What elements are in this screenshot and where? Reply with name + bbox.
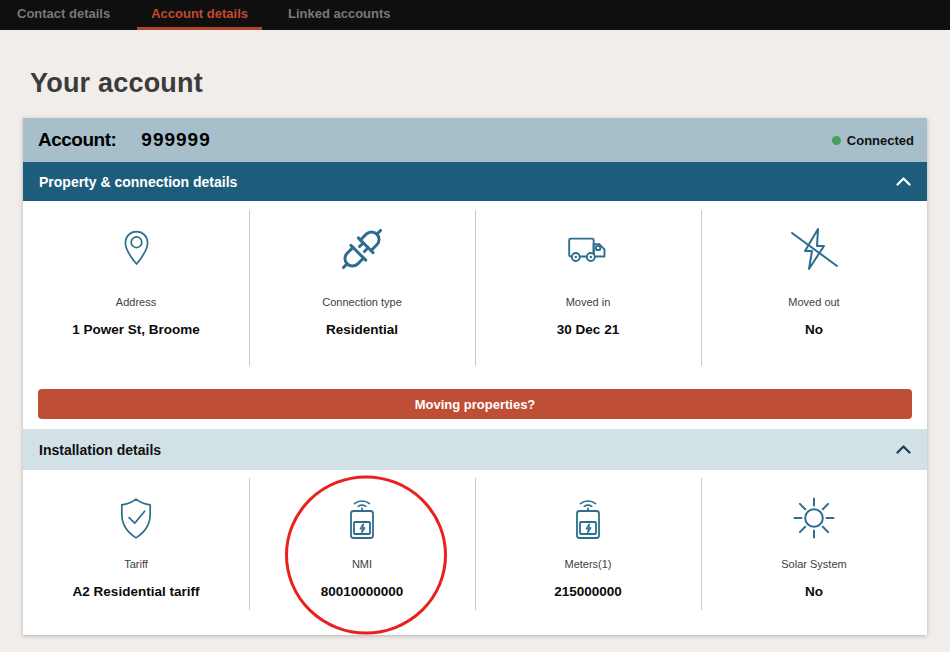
detail-value: No — [805, 584, 823, 599]
detail-value: 30 Dec 21 — [557, 322, 619, 337]
detail-label: Solar System — [781, 558, 846, 570]
detail-value: No — [805, 322, 823, 337]
plug-connection-icon — [335, 224, 389, 274]
detail-value: Residential — [326, 322, 398, 337]
property-details-row: Address 1 Power St, Broome — [23, 201, 927, 385]
truck-icon — [566, 224, 610, 274]
account-label: Account: — [38, 129, 116, 151]
connection-status: Connected — [832, 133, 914, 148]
detail-label: Address — [116, 296, 156, 308]
detail-connection-type: Connection type Residential — [249, 201, 475, 385]
top-tab-bar: Contact details Account details Linked a… — [0, 0, 950, 30]
detail-value: 80010000000 — [321, 584, 404, 599]
detail-label: Moved out — [788, 296, 839, 308]
installation-details-row: Tariff A2 Residential tariff NMI 8001000… — [23, 470, 927, 635]
property-section-title: Property & connection details — [39, 174, 237, 190]
detail-label: Moved in — [566, 296, 611, 308]
detail-address: Address 1 Power St, Broome — [23, 201, 249, 385]
chevron-up-icon[interactable] — [896, 177, 911, 186]
installation-section-title: Installation details — [39, 442, 161, 458]
page-title: Your account — [30, 68, 950, 99]
detail-nmi: NMI 80010000000 — [249, 470, 475, 635]
account-header-bar: Account: 999999 Connected — [23, 118, 927, 162]
detail-label: NMI — [352, 558, 372, 570]
chevron-up-icon[interactable] — [896, 445, 911, 454]
sun-icon — [791, 491, 837, 545]
detail-moved-in: Moved in 30 Dec 21 — [475, 201, 701, 385]
tab-account-details[interactable]: Account details — [137, 0, 262, 30]
tab-contact-details[interactable]: Contact details — [3, 0, 124, 30]
moving-properties-button[interactable]: Moving properties? — [38, 389, 912, 419]
account-card: Account: 999999 Connected Property & con… — [23, 118, 927, 635]
detail-meters: Meters(1) 215000000 — [475, 470, 701, 635]
no-power-icon — [791, 224, 838, 274]
detail-label: Tariff — [124, 558, 148, 570]
property-section-header[interactable]: Property & connection details — [23, 162, 927, 201]
detail-solar: Solar System No — [701, 470, 927, 635]
installation-section-header[interactable]: Installation details — [23, 429, 927, 470]
shield-check-icon — [116, 491, 156, 545]
connected-dot-icon — [832, 136, 841, 145]
location-pin-icon — [122, 224, 151, 274]
detail-tariff: Tariff A2 Residential tariff — [23, 470, 249, 635]
account-number: 999999 — [141, 129, 210, 151]
detail-label: Meters(1) — [564, 558, 611, 570]
detail-value: 215000000 — [554, 584, 622, 599]
tab-linked-accounts[interactable]: Linked accounts — [274, 0, 405, 30]
detail-value: A2 Residential tariff — [73, 584, 200, 599]
smart-meter-icon — [342, 491, 382, 545]
detail-value: 1 Power St, Broome — [72, 322, 200, 337]
detail-moved-out: Moved out No — [701, 201, 927, 385]
smart-meter-icon — [568, 491, 608, 545]
connected-label: Connected — [847, 133, 914, 148]
detail-label: Connection type — [322, 296, 402, 308]
move-button-zone: Moving properties? — [23, 385, 927, 429]
